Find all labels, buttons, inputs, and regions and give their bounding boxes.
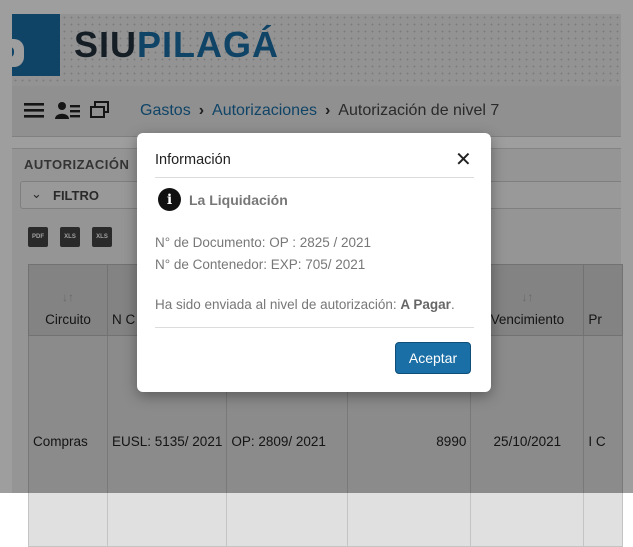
authorization-message: Ha sido enviada al nivel de autorización… xyxy=(155,297,455,312)
authorization-level: A Pagar xyxy=(400,297,451,312)
dialog-divider xyxy=(155,327,474,328)
info-header: i La Liquidación xyxy=(158,188,288,211)
accept-button[interactable]: Aceptar xyxy=(395,342,471,374)
information-dialog: Información ✕ i La Liquidación N° de Doc… xyxy=(137,133,491,392)
dialog-title: Información xyxy=(155,152,231,168)
close-icon[interactable]: ✕ xyxy=(455,149,472,171)
dialog-divider xyxy=(155,177,474,178)
info-icon: i xyxy=(158,188,181,211)
info-label: La Liquidación xyxy=(189,191,288,208)
container-number: N° de Contenedor: EXP: 705/ 2021 xyxy=(155,257,366,272)
document-number: N° de Documento: OP : 2825 / 2021 xyxy=(155,235,372,250)
